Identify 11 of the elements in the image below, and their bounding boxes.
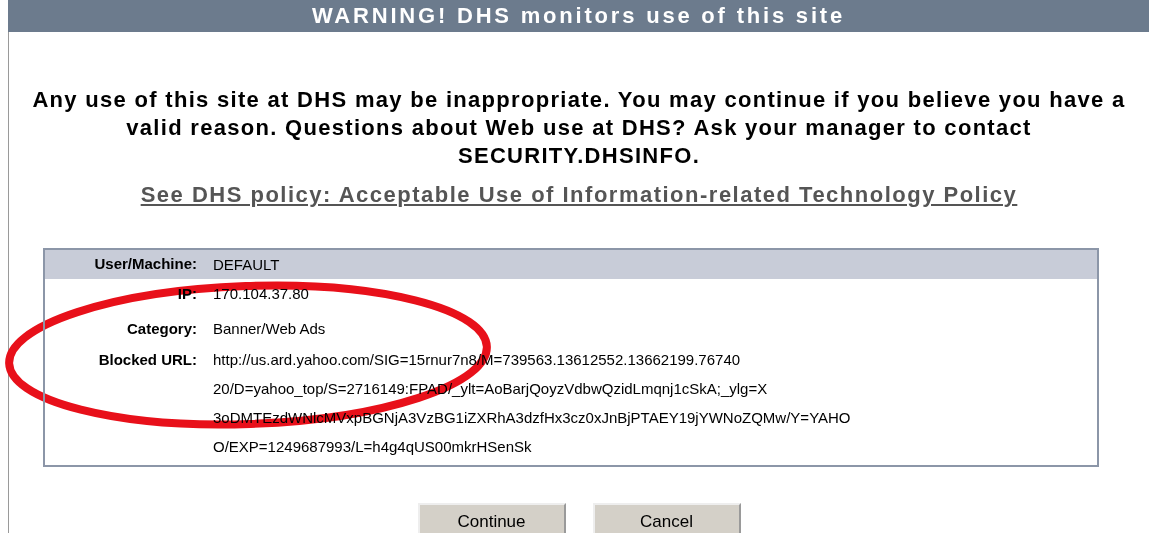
action-button[interactable]: Continue xyxy=(417,503,566,533)
field-label: User/Machine: xyxy=(93,254,197,274)
action-button[interactable]: Cancel xyxy=(592,503,741,533)
field-value: Banner/Web Ads xyxy=(213,319,326,339)
warning-message: Any use of this site at DHS may be inappropriate. You may continue if you believe you have a valid reason. Questions about Web use at DHS? Ask your manager to contact SECURITY.DHSINFO. xyxy=(31,86,1127,170)
field-label: Blocked URL: xyxy=(97,350,197,370)
warning-header: WARNING! DHS monitors use of this site xyxy=(8,0,1149,32)
policy-link[interactable]: See DHS policy: Acceptable Use of Information-related Technology Policy xyxy=(140,182,1018,207)
field-value: 170.104.37.80 xyxy=(213,284,309,304)
field-value: DEFAULT xyxy=(213,255,280,275)
field-label: Category: xyxy=(126,319,197,339)
